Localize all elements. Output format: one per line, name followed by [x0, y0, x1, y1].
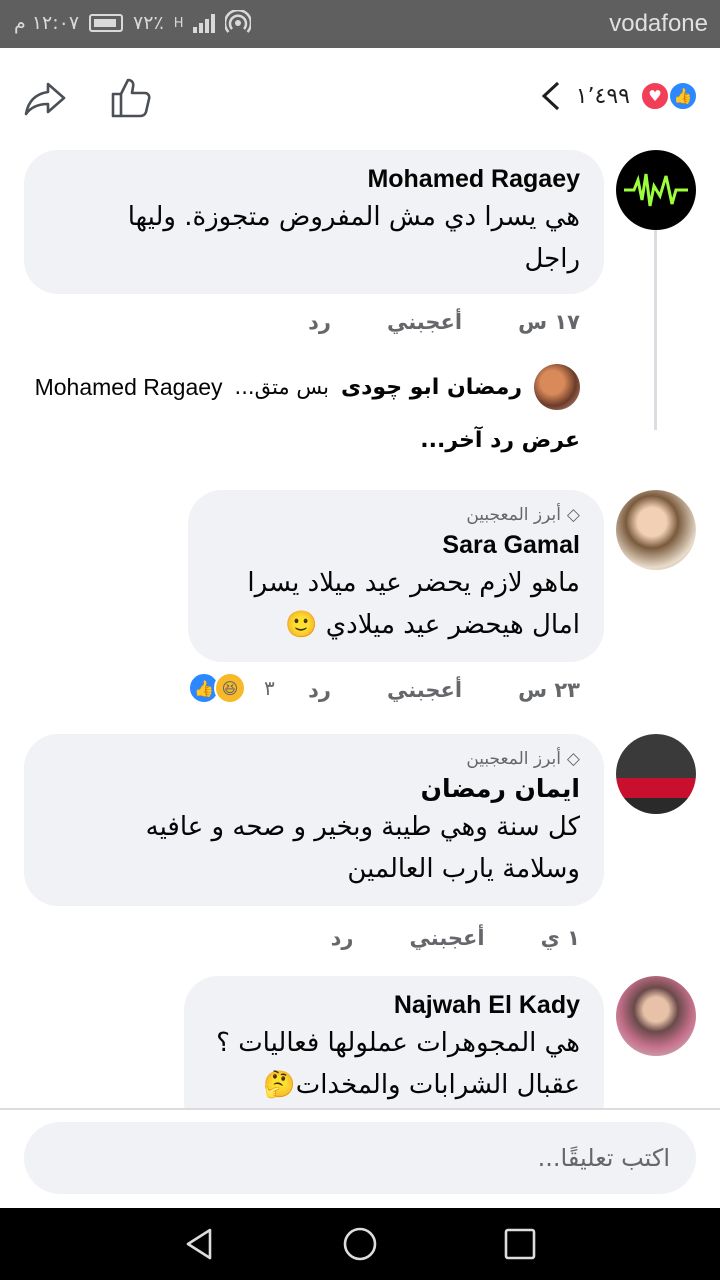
- comment-bubble[interactable]: Najwah El Kady هي المجوهرات عملولها فعال…: [184, 976, 604, 1108]
- avatar[interactable]: [616, 976, 696, 1056]
- comment-input[interactable]: [24, 1122, 696, 1194]
- comment-text: عقبال الشرابات والمخدات🤔: [263, 1070, 580, 1100]
- composer-divider: [0, 1108, 720, 1110]
- back-icon[interactable]: [182, 1226, 218, 1262]
- recents-icon[interactable]: [502, 1226, 538, 1262]
- android-nav-bar: [0, 1208, 720, 1280]
- home-icon[interactable]: [342, 1226, 378, 1262]
- comment-text: هي المجوهرات عملولها فعاليات ؟: [216, 1028, 580, 1058]
- comment-author[interactable]: Najwah El Kady: [208, 988, 580, 1022]
- comment: Najwah El Kady هي المجوهرات عملولها فعال…: [0, 0, 720, 1108]
- comment-composer[interactable]: [24, 1122, 696, 1194]
